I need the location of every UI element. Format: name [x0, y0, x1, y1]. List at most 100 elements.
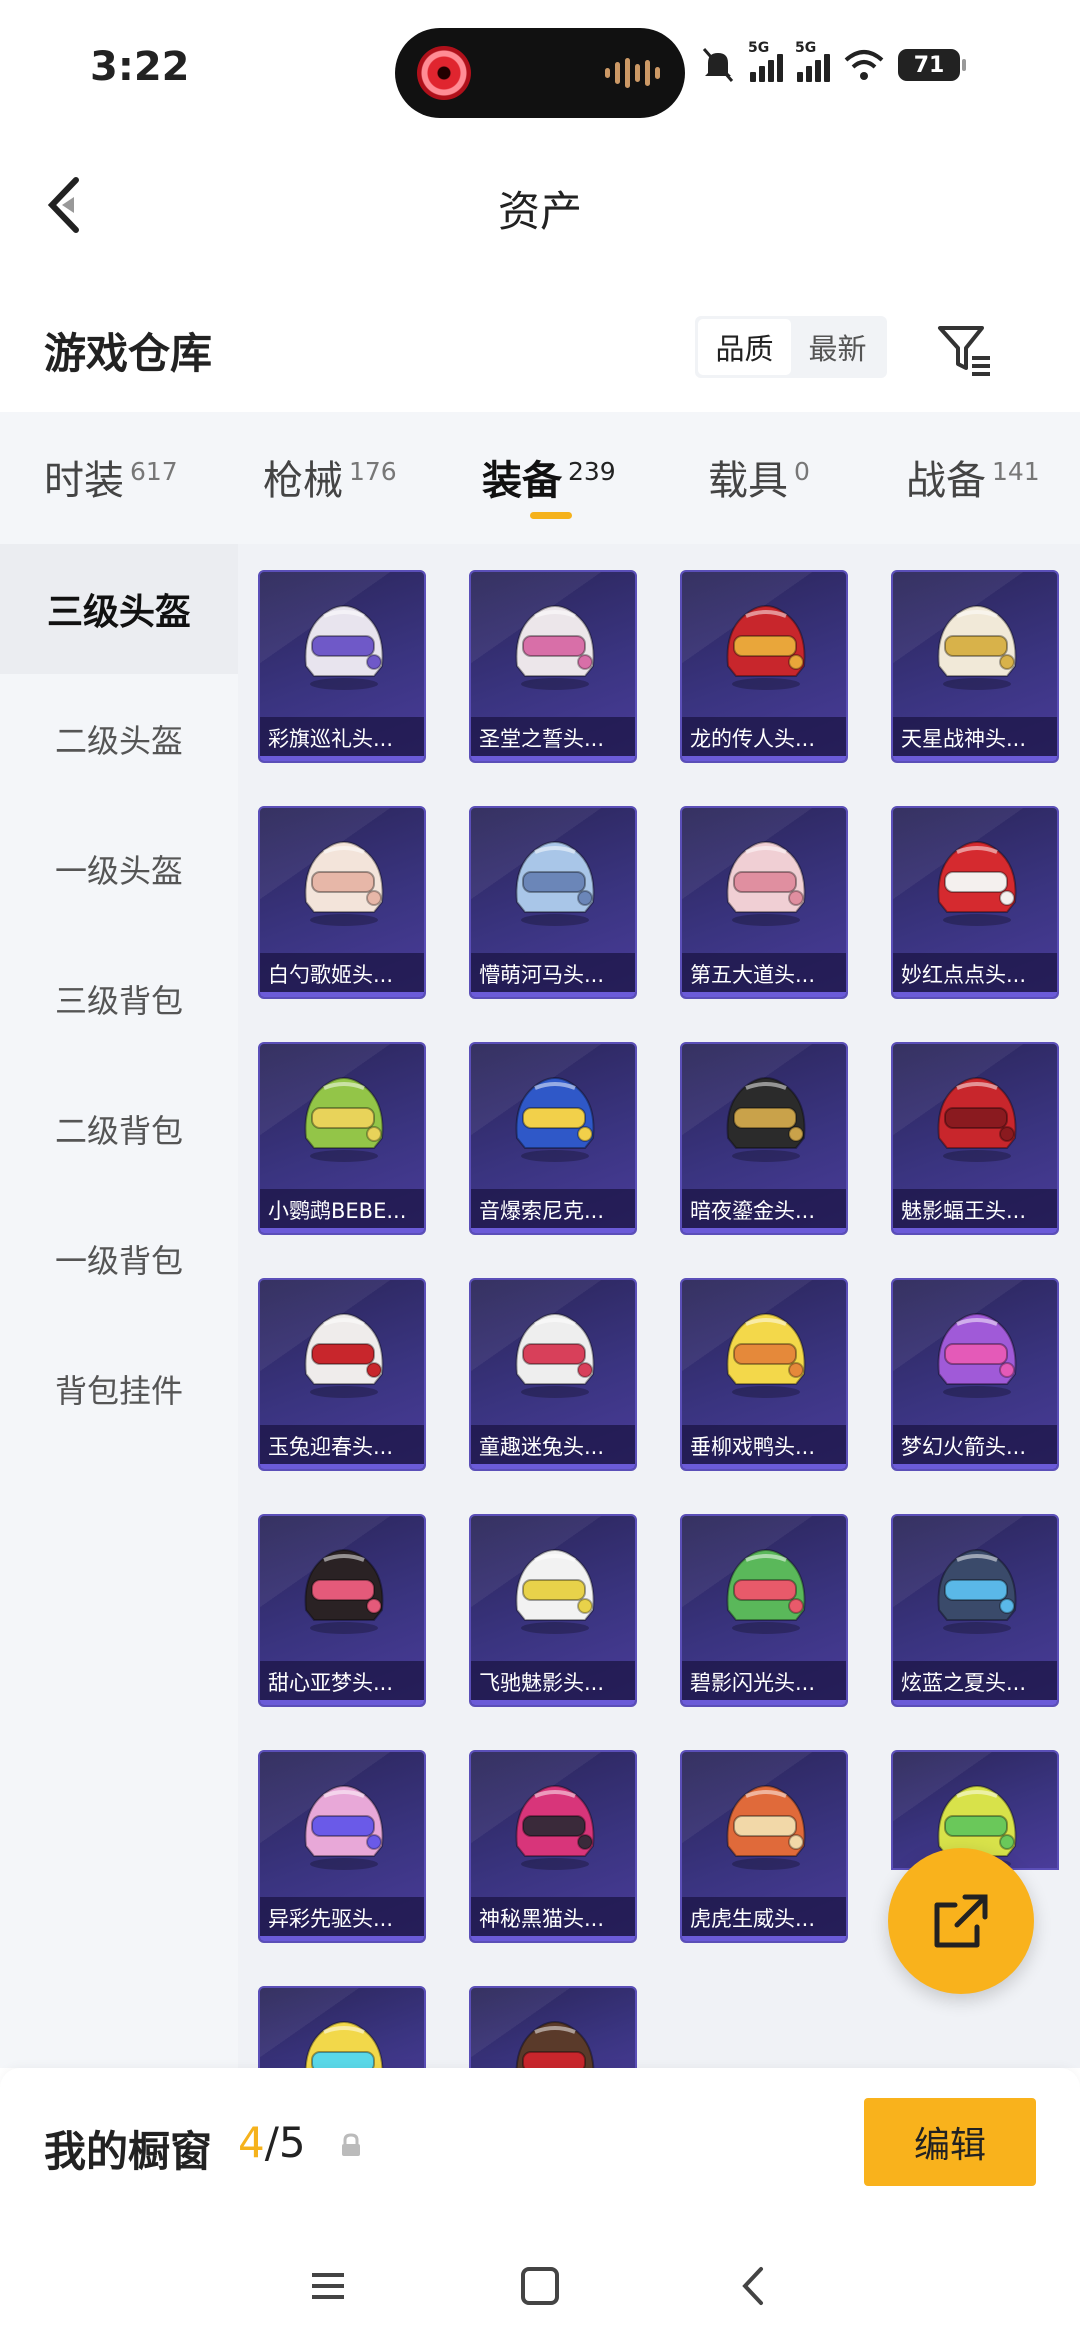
tab-fashion[interactable]: 时装 617 [44, 448, 178, 528]
tab-label: 装备 [482, 458, 562, 504]
tab-count: 176 [349, 457, 397, 486]
item-grid: 彩旗巡礼头... 圣堂之誓头... 龙的传人头... 天星战神头... 白勺歌姬头...… [238, 544, 1080, 2068]
item-name: 童趣迷兔头... [471, 1425, 635, 1469]
back-icon[interactable] [725, 2261, 785, 2311]
showcase-label: 我的橱窗 [44, 2127, 213, 2176]
item-card[interactable]: 音爆索尼克... [469, 1042, 637, 1235]
app-header: 资产 [0, 130, 1080, 280]
showcase-total: /5 [264, 2118, 306, 2167]
item-name: 飞驰魅影头... [471, 1661, 635, 1705]
sidebar-item-backpack-charm[interactable]: 背包挂件 [0, 1324, 238, 1454]
item-name: 天星战神头... [893, 717, 1057, 761]
tab-weapons[interactable]: 枪械 176 [263, 448, 397, 528]
item-card[interactable]: 圣堂之誓头... [469, 570, 637, 763]
item-card[interactable]: 碧影闪光头... [680, 1514, 848, 1707]
showcase-current: 4 [238, 2118, 265, 2167]
helmet-image [937, 1077, 1017, 1162]
item-card[interactable]: 甜心亚梦头... [258, 1514, 426, 1707]
helmet-image [726, 1785, 806, 1870]
item-card[interactable]: 龙的传人头... [680, 570, 848, 763]
helmet-image [515, 1077, 595, 1162]
item-card[interactable]: 魅影蝠王头... [891, 1042, 1059, 1235]
helmet-image [304, 1785, 384, 1870]
filter-icon[interactable] [936, 320, 996, 380]
tab-count: 0 [794, 457, 810, 486]
share-icon [934, 1894, 988, 1948]
item-card[interactable]: 暗夜鎏金头... [680, 1042, 848, 1235]
item-card[interactable]: 妙红点点头... [891, 806, 1059, 999]
edit-button[interactable]: 编辑 [864, 2098, 1036, 2186]
sidebar-item-level3-backpack[interactable]: 三级背包 [0, 934, 238, 1064]
tab-label: 战备 [906, 458, 986, 504]
item-card[interactable]: 梦幻火箭头... [891, 1278, 1059, 1471]
tab-count: 617 [130, 457, 178, 486]
item-name: 懵萌河马头... [471, 953, 635, 997]
mute-icon [702, 48, 734, 82]
item-name: 神秘黑猫头... [471, 1897, 635, 1941]
item-card[interactable]: 小鹦鹉BEBE... [258, 1042, 426, 1235]
sidebar-item-level2-backpack[interactable]: 二级背包 [0, 1064, 238, 1194]
helmet-image [726, 1313, 806, 1398]
item-card[interactable] [469, 1986, 637, 2068]
helmet-image [726, 605, 806, 690]
item-name: 彩旗巡礼头... [260, 717, 424, 761]
status-icons: 5G 5G 71 [700, 40, 966, 90]
sort-quality-button[interactable]: 品质 [698, 319, 791, 375]
sidebar-item-level2-helmet[interactable]: 二级头盔 [0, 674, 238, 804]
item-card[interactable]: 异彩先驱头... [258, 1750, 426, 1943]
helmet-image [515, 1549, 595, 1634]
tab-count: 239 [568, 457, 616, 486]
tab-vehicles[interactable]: 载具 0 [708, 448, 810, 528]
item-name: 白勺歌姬头... [260, 953, 424, 997]
item-card[interactable]: 神秘黑猫头... [469, 1750, 637, 1943]
item-card[interactable] [258, 1986, 426, 2068]
item-name: 异彩先驱头... [260, 1897, 424, 1941]
tab-gear[interactable]: 战备 141 [906, 448, 1040, 528]
share-button[interactable] [888, 1848, 1034, 1994]
wifi-icon [844, 50, 884, 80]
status-time: 3:22 [90, 44, 190, 90]
item-card[interactable]: 垂柳戏鸭头... [680, 1278, 848, 1471]
sort-newest-button[interactable]: 最新 [791, 319, 884, 375]
home-icon[interactable] [510, 2261, 570, 2311]
warehouse-header: 游戏仓库 品质 最新 [0, 290, 1080, 400]
tab-label: 枪械 [263, 458, 343, 504]
tab-label: 时装 [44, 458, 124, 504]
item-name: 甜心亚梦头... [260, 1661, 424, 1705]
helmet-image [937, 1549, 1017, 1634]
menu-icon[interactable] [298, 2261, 358, 2311]
item-card[interactable]: 童趣迷兔头... [469, 1278, 637, 1471]
helmet-image [937, 1313, 1017, 1398]
sidebar: 三级头盔 二级头盔 一级头盔 三级背包 二级背包 一级背包 背包挂件 [0, 544, 238, 2068]
item-card[interactable]: 炫蓝之夏头... [891, 1514, 1059, 1707]
helmet-image [304, 2021, 384, 2068]
showcase-panel: 我的橱窗 4/5 编辑 [0, 2068, 1080, 2217]
item-card[interactable]: 玉兔迎春头... [258, 1278, 426, 1471]
helmet-image [726, 1077, 806, 1162]
item-name: 龙的传人头... [682, 717, 846, 761]
lock-icon [342, 2133, 360, 2156]
helmet-image [515, 2021, 595, 2068]
warehouse-title: 游戏仓库 [44, 329, 213, 378]
helmet-image [515, 1313, 595, 1398]
item-card[interactable]: 天星战神头... [891, 570, 1059, 763]
item-name: 暗夜鎏金头... [682, 1189, 846, 1233]
item-name: 垂柳戏鸭头... [682, 1425, 846, 1469]
helmet-image [515, 841, 595, 926]
item-card[interactable]: 飞驰魅影头... [469, 1514, 637, 1707]
sidebar-item-level3-helmet[interactable]: 三级头盔 [0, 544, 238, 674]
helmet-image [726, 841, 806, 926]
item-name: 梦幻火箭头... [893, 1425, 1057, 1469]
item-card[interactable]: 白勺歌姬头... [258, 806, 426, 999]
sidebar-item-level1-helmet[interactable]: 一级头盔 [0, 804, 238, 934]
helmet-image [937, 605, 1017, 690]
sidebar-item-level1-backpack[interactable]: 一级背包 [0, 1194, 238, 1324]
item-card[interactable]: 虎虎生威头... [680, 1750, 848, 1943]
item-name: 音爆索尼克... [471, 1189, 635, 1233]
item-card[interactable]: 彩旗巡礼头... [258, 570, 426, 763]
item-card[interactable]: 懵萌河马头... [469, 806, 637, 999]
item-name: 妙红点点头... [893, 953, 1057, 997]
item-name: 炫蓝之夏头... [893, 1661, 1057, 1705]
item-card[interactable]: 第五大道头... [680, 806, 848, 999]
item-name: 虎虎生威头... [682, 1897, 846, 1941]
